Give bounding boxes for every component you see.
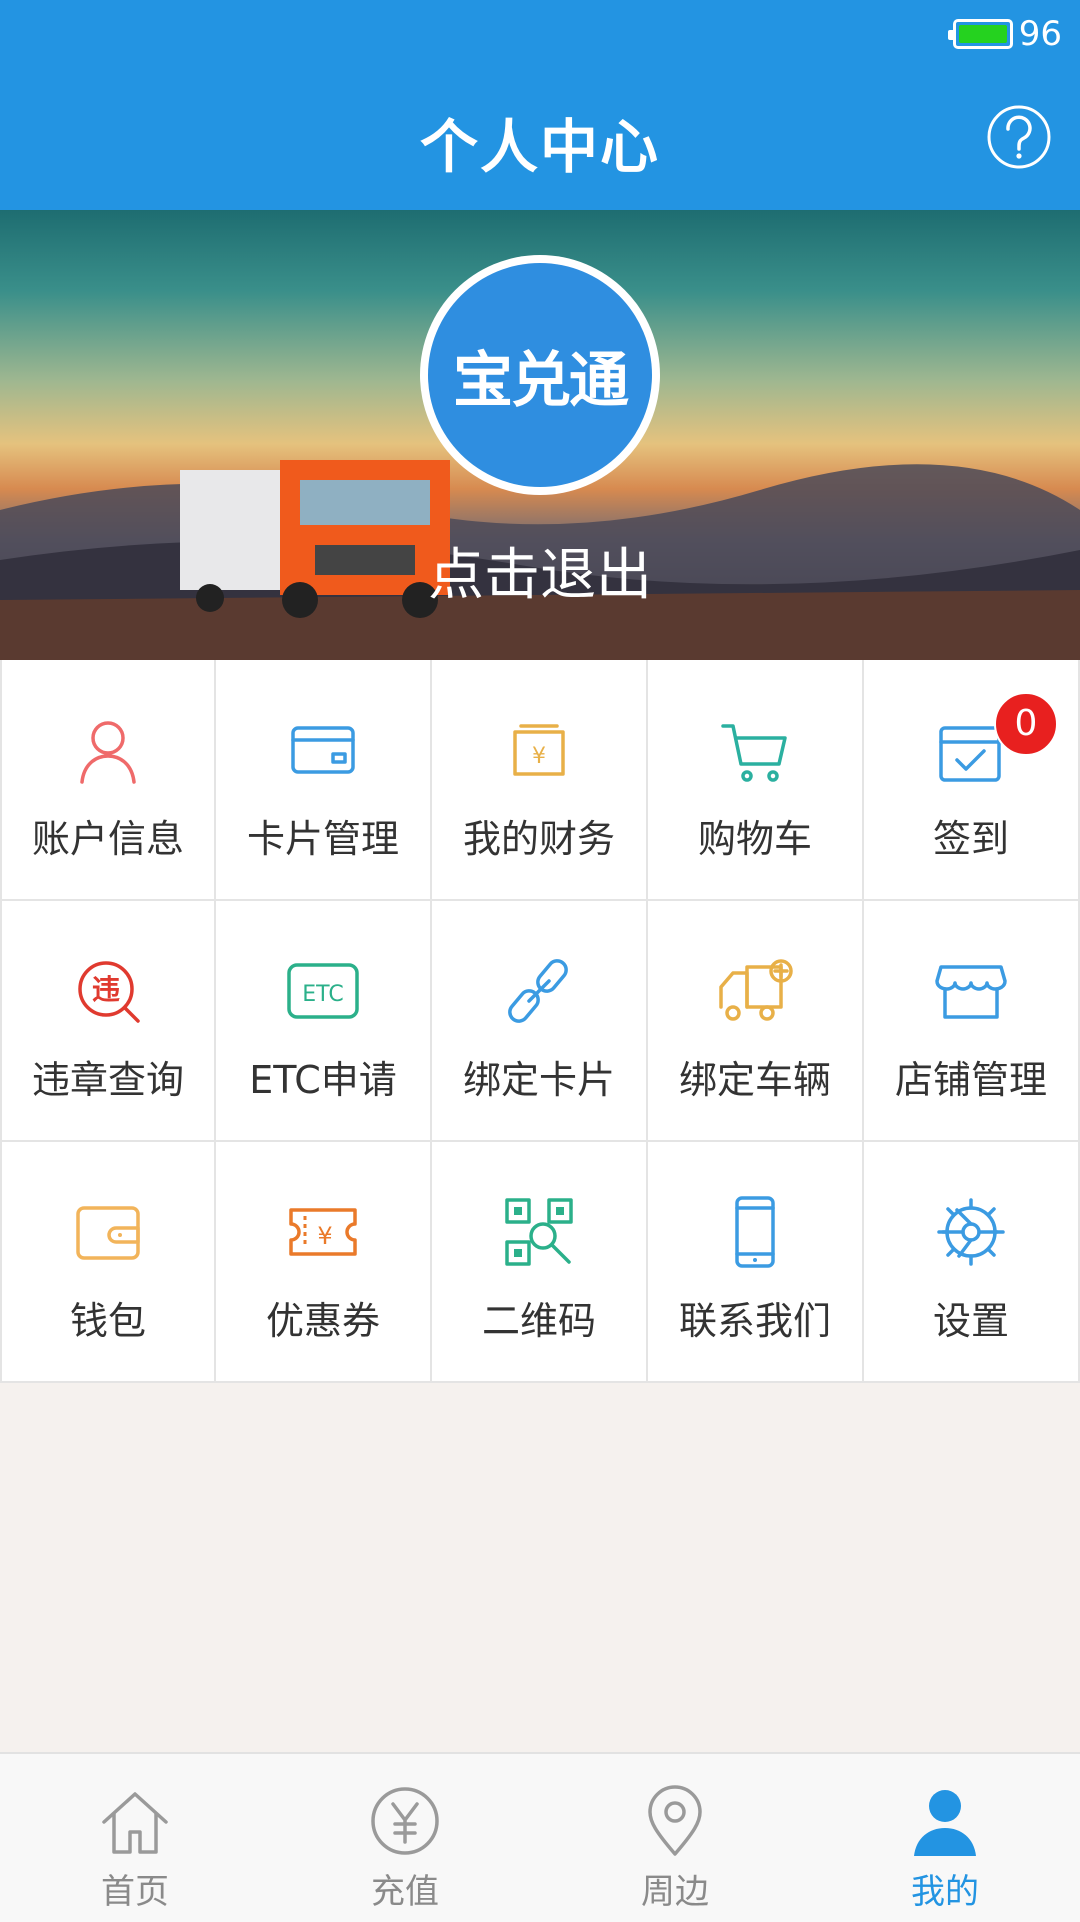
grid-item-label: 联系我们 [678,1299,831,1343]
grid-item-label: ETC申请 [249,1058,397,1102]
help-button[interactable] [986,104,1052,170]
svg-text:¥: ¥ [532,744,546,769]
tab-home[interactable]: 首页 [0,1754,270,1922]
grid-item-truck-add[interactable]: 绑定车辆 [648,901,864,1142]
grid-item-label: 账户信息 [31,817,184,861]
grid-item-link[interactable]: 绑定卡片 [432,901,648,1142]
store-icon [935,965,1007,1019]
profile-banner: 宝兑通 点击退出 [0,210,1080,660]
grid-item-label: 优惠券 [265,1299,380,1343]
notification-badge: 0 [994,692,1058,756]
tab-profile[interactable]: 我的 [810,1754,1080,1922]
settings-icon [937,1198,1005,1266]
tab-label: 我的 [911,1872,979,1912]
grid-item-phone[interactable]: 联系我们 [648,1142,864,1383]
violation-search-icon: 违 [78,961,140,1023]
tab-yuan[interactable]: 充值 [270,1754,540,1922]
svg-text:ETC: ETC [302,982,343,1007]
grid-item-label: 签到 [932,817,1009,861]
grid-item-checkin[interactable]: 签到 0 [864,660,1080,901]
tab-label: 首页 [101,1872,169,1912]
help-icon [987,105,1051,169]
grid-item-label: 卡片管理 [246,817,399,861]
grid-item-label: 我的财务 [462,817,615,861]
grid-item-label: 绑定卡片 [462,1058,615,1102]
grid-item-label: 绑定车辆 [678,1058,831,1102]
cart-icon [721,724,787,782]
avatar[interactable]: 宝兑通 [420,255,660,495]
user-icon [80,721,136,784]
tab-label: 充值 [371,1872,439,1912]
grid-item-qrcode[interactable]: 二维码 [432,1142,648,1383]
tab-location[interactable]: 周边 [540,1754,810,1922]
phone-icon [735,1196,775,1268]
page-title: 个人中心 [419,113,660,181]
grid-item-store[interactable]: 店铺管理 [864,901,1080,1142]
status-bar: 96 [947,14,1062,54]
card-icon [291,726,355,774]
logout-link[interactable]: 点击退出 [0,530,1080,611]
battery-icon [947,19,1013,49]
grid-item-wallet[interactable]: 钱包 [0,1142,216,1383]
grid-item-label: 钱包 [69,1299,146,1343]
grid-item-label: 店铺管理 [894,1058,1047,1102]
grid-item-card[interactable]: 卡片管理 [216,660,432,901]
qrcode-icon [505,1198,573,1266]
truck-add-icon [719,959,793,1021]
grid-item-label: 购物车 [697,817,812,861]
coupon-icon: ¥ [289,1208,357,1256]
grid-item-label: 违章查询 [31,1058,184,1102]
profile-icon [914,1790,976,1856]
grid-item-settings[interactable]: 设置 [864,1142,1080,1383]
svg-text:¥: ¥ [317,1222,332,1250]
finance-icon: ¥ [513,724,565,776]
grid-item-coupon[interactable]: ¥ 优惠券 [216,1142,432,1383]
link-icon [508,959,568,1023]
etc-icon: ETC [287,963,359,1019]
avatar-logo-text: 宝兑通 [428,263,652,487]
home-icon [102,1792,168,1854]
grid-item-finance[interactable]: ¥ 我的财务 [432,660,648,901]
location-icon [648,1785,702,1856]
grid-item-label: 二维码 [481,1299,596,1343]
grid-item-violation-search[interactable]: 违违章查询 [0,901,216,1142]
grid-item-label: 设置 [932,1299,1009,1343]
bottom-nav: 首页 充值 周边 我的 [0,1752,1080,1922]
function-grid: 账户信息 卡片管理 ¥ 我的财务 购物车 签到 0 违违章查询 ETC ETC申请 绑定卡片 绑定车辆… [0,660,1080,1383]
tab-label: 周边 [641,1872,709,1912]
wallet-icon [76,1206,140,1260]
battery-level: 96 [1018,14,1062,54]
yuan-icon [371,1787,439,1855]
app-header: 96 个人中心 [0,0,1080,210]
svg-text:违: 违 [92,973,120,1006]
grid-item-etc[interactable]: ETC ETC申请 [216,901,432,1142]
grid-item-user[interactable]: 账户信息 [0,660,216,901]
grid-item-cart[interactable]: 购物车 [648,660,864,901]
